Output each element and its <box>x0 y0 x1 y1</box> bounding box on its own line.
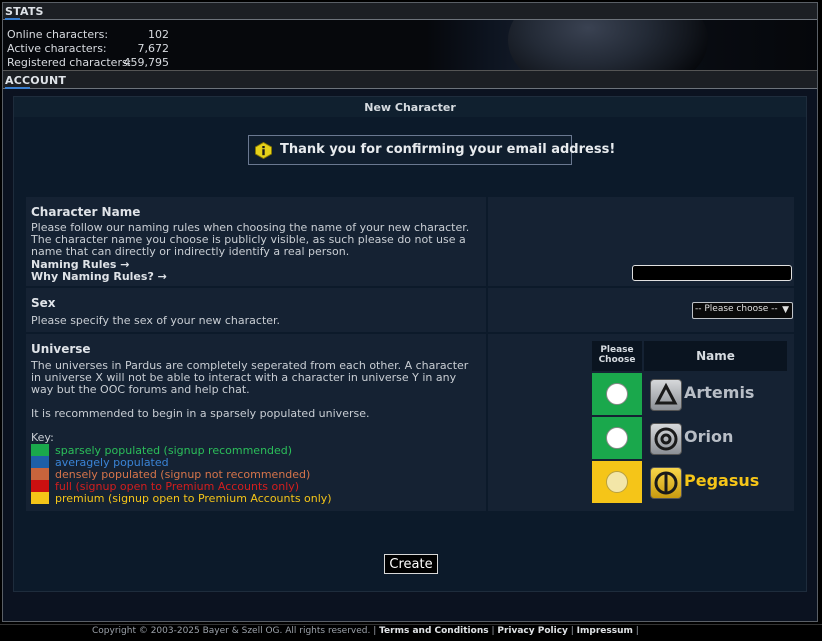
universe-name-pegasus[interactable]: Pegasus <box>684 471 759 490</box>
planet-background <box>508 20 708 70</box>
universe-name-artemis[interactable]: Artemis <box>684 383 754 402</box>
new-character-panel: New Character Thank you for confirming y… <box>13 96 807 592</box>
universe-artemis-choice[interactable] <box>592 373 642 415</box>
sex-info: Sex Please specify the sex of your new c… <box>26 288 486 332</box>
panel-title: New Character <box>14 97 806 117</box>
orion-radio[interactable] <box>606 427 628 449</box>
stat-active: Active characters: 7,672 <box>7 42 169 55</box>
sex-title: Sex <box>31 296 56 310</box>
key-label: Key: <box>31 431 54 444</box>
chevron-down-icon: ▼ <box>782 305 789 315</box>
footer-divider <box>0 624 822 625</box>
stats-tab[interactable]: STATS <box>5 5 44 20</box>
impressum-link[interactable]: Impressum <box>577 626 633 636</box>
terms-link[interactable]: Terms and Conditions <box>379 626 488 636</box>
character-name-description: Please follow our naming rules when choo… <box>31 221 470 258</box>
triangle-icon <box>650 379 682 411</box>
universe-pegasus-choice[interactable] <box>592 461 642 503</box>
universe-name-orion[interactable]: Orion <box>684 427 733 446</box>
account-tab[interactable]: ACCOUNT <box>5 74 66 89</box>
key-swatch <box>31 456 49 468</box>
universe-recommendation: It is recommended to begin in a sparsely… <box>31 407 370 420</box>
sex-description: Please specify the sex of your new chara… <box>31 314 281 327</box>
stats-header: STATS <box>3 3 817 20</box>
name-header: Name <box>644 341 787 371</box>
universe-title: Universe <box>31 342 91 356</box>
main-frame: STATS Online characters: 102 Active char… <box>2 2 818 622</box>
footer: Copyright © 2003-2025 Bayer & Szell OG. … <box>0 624 822 641</box>
pegasus-radio[interactable] <box>606 471 628 493</box>
stat-online: Online characters: 102 <box>7 28 169 41</box>
account-header: ACCOUNT <box>3 70 817 89</box>
footer-text: Copyright © 2003-2025 Bayer & Szell OG. … <box>92 626 639 636</box>
why-naming-rules-link[interactable]: Why Naming Rules? → <box>31 270 167 283</box>
stats-panel: Online characters: 102 Active characters… <box>3 20 817 70</box>
sex-select[interactable]: -- Please choose -- ▼ <box>692 302 793 319</box>
circle-target-icon <box>650 423 682 455</box>
key-swatch <box>31 468 49 480</box>
key-swatch <box>31 444 49 456</box>
circle-bar-icon <box>650 467 682 499</box>
universe-info: Universe The universes in Pardus are com… <box>26 334 486 511</box>
key-swatch <box>31 480 49 492</box>
character-name-info: Character Name Please follow our naming … <box>26 197 486 286</box>
please-choose-header: Please Choose <box>592 341 642 371</box>
universe-description: The universes in Pardus are completely s… <box>31 359 469 396</box>
key-swatch <box>31 492 49 504</box>
artemis-radio[interactable] <box>606 383 628 405</box>
privacy-link[interactable]: Privacy Policy <box>497 626 568 636</box>
universe-orion-choice[interactable] <box>592 417 642 459</box>
sex-select-cell: -- Please choose -- ▼ <box>488 288 794 332</box>
character-name-input[interactable] <box>632 265 792 281</box>
character-name-input-cell <box>488 197 794 286</box>
universe-choice-cell: Please Choose Name Artemis Orion Pegasus <box>488 334 794 511</box>
email-confirmed-notice: Thank you for confirming your email addr… <box>248 135 615 165</box>
info-icon <box>255 142 272 159</box>
character-name-title: Character Name <box>31 205 141 219</box>
create-button[interactable]: Create <box>384 554 438 574</box>
stat-registered: Registered characters: 459,795 <box>7 56 169 69</box>
